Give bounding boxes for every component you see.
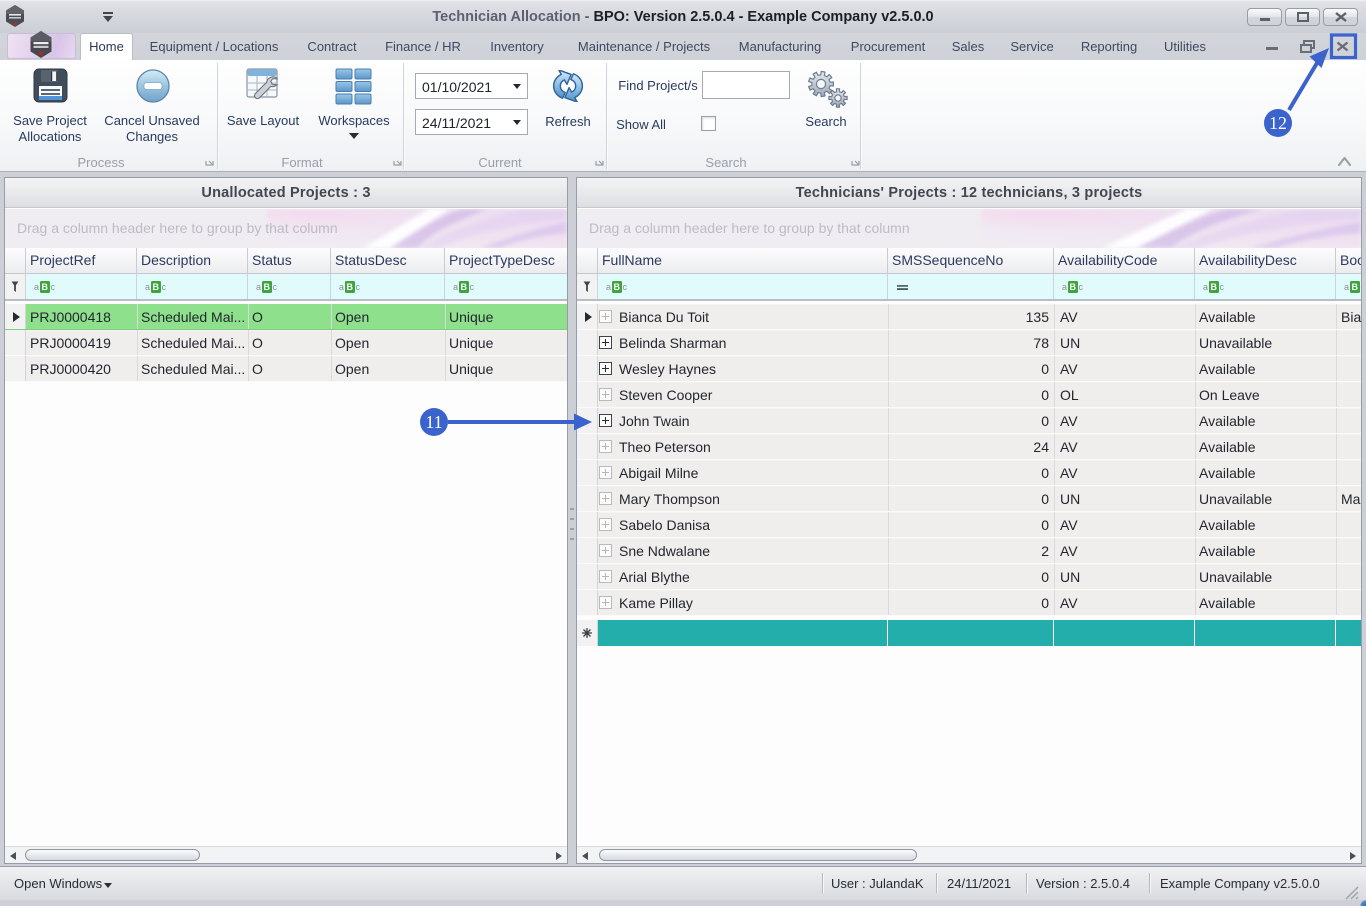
svg-text:11: 11 [425,412,442,432]
svg-text:12: 12 [1269,113,1287,133]
